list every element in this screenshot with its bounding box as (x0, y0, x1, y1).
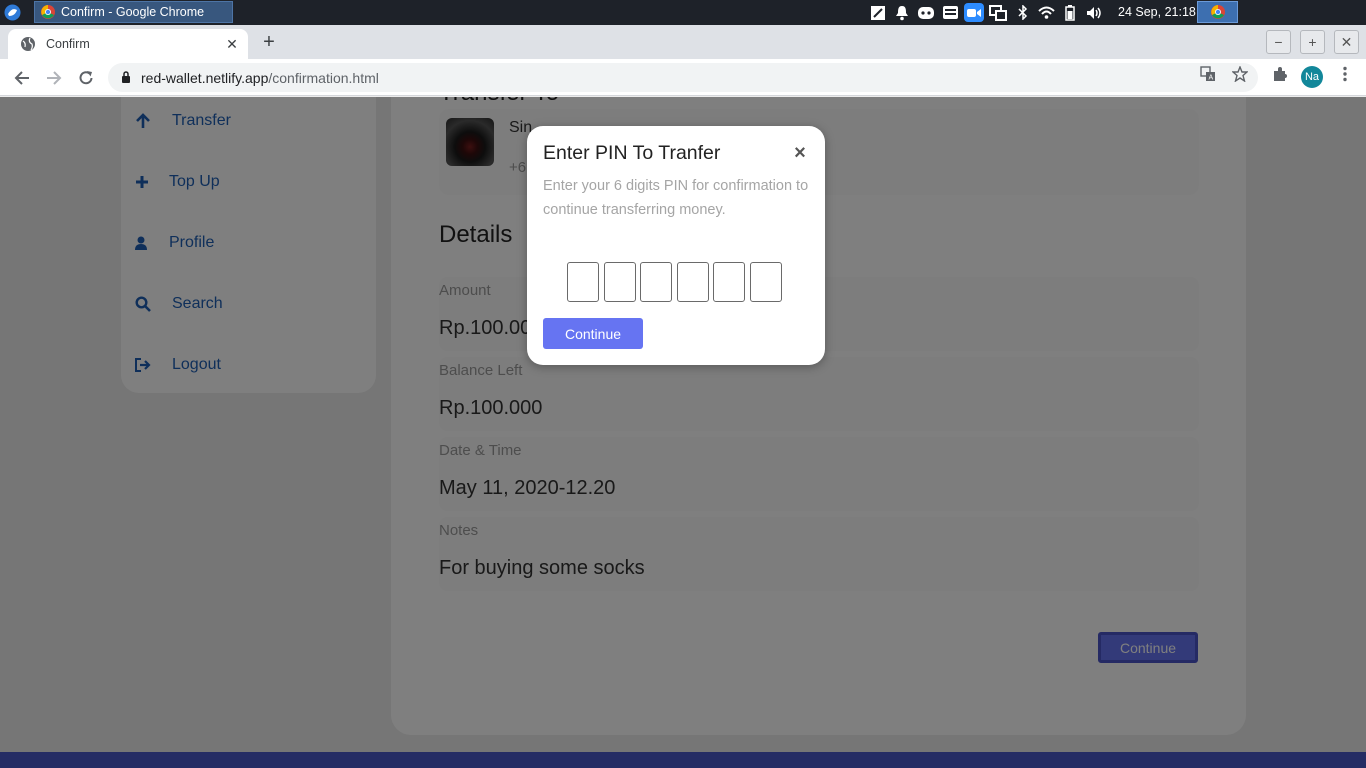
bookmark-star-icon[interactable] (1231, 65, 1249, 83)
browser-tab-strip: Confirm ✕ + − + ✕ (0, 25, 1366, 59)
globe-icon (21, 37, 35, 51)
pin-digit-input[interactable] (713, 262, 745, 302)
browser-tab[interactable]: Confirm ✕ (8, 29, 248, 59)
reload-icon (79, 71, 93, 85)
modal-title: Enter PIN To Tranfer (543, 142, 721, 164)
extensions-puzzle-icon[interactable] (1271, 65, 1289, 83)
browser-toolbar: red-wallet.netlify.app/confirmation.html… (0, 59, 1366, 96)
arrow-left-icon (14, 71, 29, 85)
pin-input-group (567, 262, 782, 302)
pin-digit-input[interactable] (676, 262, 709, 302)
clock[interactable]: 24 Sep, 21:18 (1118, 5, 1196, 19)
close-icon[interactable]: × (791, 143, 809, 163)
svg-text:A: A (1209, 75, 1214, 82)
menu-kebab-icon[interactable] (1336, 65, 1354, 83)
pin-digit-input[interactable] (603, 262, 636, 302)
chrome-icon (41, 5, 55, 19)
tab-title: Confirm (46, 37, 90, 51)
lock-icon (122, 71, 130, 83)
address-bar[interactable]: red-wallet.netlify.app/confirmation.html (108, 63, 1258, 92)
screen-share-icon[interactable] (988, 3, 1008, 22)
modal-description: Enter your 6 digits PIN for confirmation… (543, 178, 809, 218)
pin-digit-input[interactable] (749, 262, 782, 302)
bluetooth-icon[interactable] (1013, 3, 1033, 22)
wifi-icon[interactable] (1036, 3, 1056, 22)
reload-button[interactable] (74, 66, 98, 90)
arrow-right-icon (47, 71, 62, 85)
pin-digit-input[interactable] (640, 262, 672, 302)
maximize-button[interactable]: + (1300, 30, 1325, 54)
pin-digit-input[interactable] (567, 262, 599, 302)
bell-icon[interactable] (892, 3, 912, 22)
pin-modal: Enter PIN To Tranfer × Enter your 6 digi… (527, 126, 825, 365)
battery-icon[interactable] (1060, 3, 1080, 22)
mail-icon[interactable] (940, 3, 960, 22)
notes-icon[interactable] (868, 3, 888, 22)
os-taskbar: Confirm - Google Chrome 24 Sep, 21:18 (0, 0, 1366, 25)
forward-button[interactable] (42, 66, 66, 90)
modal-continue-button[interactable]: Continue (543, 318, 643, 349)
tab-close-icon[interactable]: ✕ (222, 36, 242, 53)
back-button[interactable] (10, 66, 34, 90)
new-tab-button[interactable]: + (259, 32, 279, 53)
url-host: red-wallet.netlify.app (141, 69, 269, 86)
discord-icon[interactable] (916, 3, 936, 22)
url-path: /confirmation.html (268, 69, 379, 86)
zoom-icon[interactable] (964, 3, 984, 22)
taskbar-chrome-icon[interactable] (1197, 1, 1238, 23)
taskbar-window-button[interactable]: Confirm - Google Chrome (34, 1, 233, 23)
taskbar-window-title: Confirm - Google Chrome (61, 5, 205, 19)
profile-avatar[interactable]: Na (1301, 66, 1323, 88)
minimize-button[interactable]: − (1266, 30, 1291, 54)
close-window-button[interactable]: ✕ (1334, 30, 1359, 54)
translate-icon[interactable]: A (1199, 65, 1217, 83)
start-menu-icon[interactable] (4, 4, 21, 21)
volume-icon[interactable] (1084, 3, 1104, 22)
